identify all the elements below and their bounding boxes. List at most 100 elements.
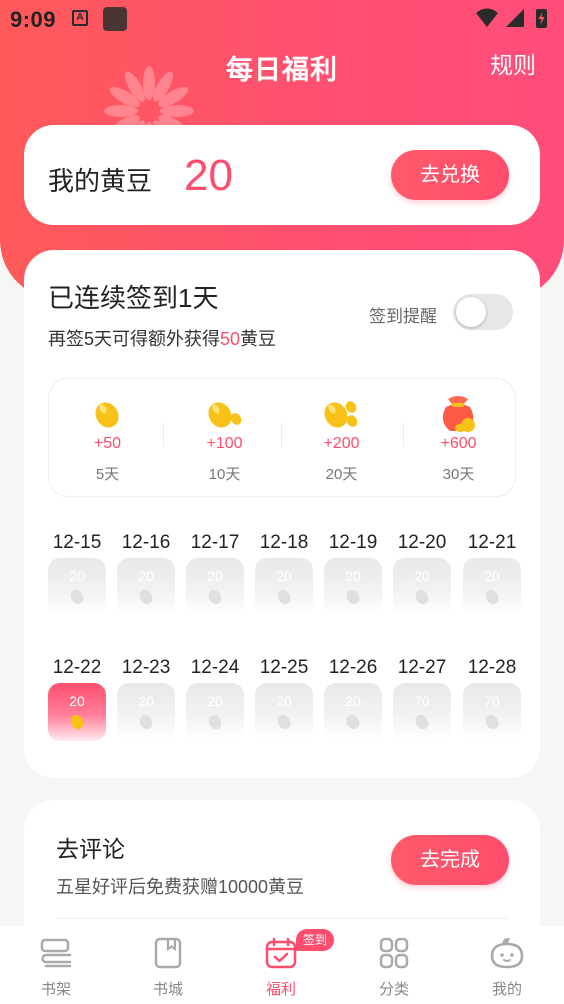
- calendar-date: 12-17: [190, 532, 240, 553]
- task-description: 五星好评后免费获赠10000黄豆: [56, 877, 305, 897]
- app-square-icon: [103, 7, 127, 31]
- bookshelf-icon: [40, 938, 72, 968]
- day-reward: 20: [69, 693, 85, 709]
- day-reward: 70: [484, 693, 500, 709]
- calendar-day-cell[interactable]: 20: [463, 558, 521, 616]
- milestone-divider: [163, 423, 164, 447]
- milestone-reward: +100: [206, 435, 243, 452]
- calendar-day-cell[interactable]: 20: [393, 558, 451, 616]
- calendar-date: 12-15: [52, 532, 102, 553]
- bean-icon: [139, 589, 153, 605]
- milestone-reward: +200: [323, 435, 360, 452]
- calendar-date: 12-18: [259, 532, 309, 553]
- system-status-icons: [476, 8, 547, 28]
- calendar-date: 12-28: [467, 657, 517, 678]
- calendar-date: 12-16: [121, 532, 171, 553]
- milestone-divider: [281, 423, 282, 447]
- calendar-date: 12-20: [397, 532, 447, 553]
- day-reward: 20: [276, 568, 292, 584]
- calendar-date: 12-26: [328, 657, 378, 678]
- calendar-day-cell[interactable]: 20: [117, 683, 175, 741]
- beans-label: 我的黄豆: [48, 166, 153, 196]
- bean-icon: [485, 714, 499, 730]
- day-reward: 20: [138, 568, 154, 584]
- subtitle-prefix: 再签5天可得额外获得: [48, 329, 221, 349]
- day-reward: 20: [207, 568, 223, 584]
- profile-face-icon: [490, 938, 524, 969]
- rules-button[interactable]: 规则: [490, 46, 536, 80]
- page-title: 每日福利: [226, 55, 338, 85]
- subtitle-suffix: 黄豆: [240, 329, 277, 349]
- day-reward: 20: [484, 568, 500, 584]
- bean-icon: [415, 589, 429, 605]
- milestone-reward: +600: [440, 435, 477, 452]
- calendar-day-cell[interactable]: 70: [463, 683, 521, 741]
- my-beans-card: 我的黄豆 20 去兑换: [24, 125, 540, 225]
- calendar-day-cell[interactable]: 20: [117, 558, 175, 616]
- single-bean-icon: [95, 402, 119, 428]
- toggle-knob: [456, 297, 486, 327]
- bean-icon: [208, 714, 222, 730]
- app-notification-icon: A: [72, 10, 88, 26]
- wifi-icon: [476, 8, 498, 27]
- tab-label: 分类: [378, 981, 409, 998]
- calendar-date: 12-24: [190, 657, 240, 678]
- tab-category[interactable]: 分类: [338, 926, 450, 1004]
- checkin-subtitle: 再签5天可得额外获得50黄豆: [48, 325, 276, 351]
- day-reward: 70: [414, 693, 430, 709]
- calendar-day-cell[interactable]: 20: [255, 683, 313, 741]
- calendar-day-cell-today[interactable]: 20: [48, 683, 106, 741]
- day-reward: 20: [138, 693, 154, 709]
- status-time: 9:09: [10, 7, 57, 32]
- complete-task-button[interactable]: 去完成: [391, 835, 509, 885]
- calendar-day-cell[interactable]: 20: [186, 683, 244, 741]
- bean-icon: [346, 714, 360, 730]
- calendar-day-cell[interactable]: 20: [324, 558, 382, 616]
- calendar-date: 12-21: [467, 532, 517, 553]
- subtitle-amount: 50: [220, 329, 241, 349]
- calendar-day-cell[interactable]: 20: [255, 558, 313, 616]
- calendar-day-cell[interactable]: 20: [324, 683, 382, 741]
- tab-label: 书架: [40, 981, 71, 998]
- calendar-check-icon: [265, 937, 297, 969]
- beans-balance: 20: [184, 151, 233, 200]
- bean-pile-icon: [324, 401, 358, 428]
- checkin-streak-title: 已连续签到1天: [48, 283, 219, 313]
- milestone-reward: +50: [93, 435, 122, 452]
- tab-bookstore[interactable]: 书城: [112, 926, 224, 1004]
- task-title: 去评论: [56, 836, 125, 862]
- calendar-day-cell[interactable]: 20: [186, 558, 244, 616]
- exchange-button[interactable]: 去兑换: [391, 150, 509, 200]
- status-bar: 9:09 A: [0, 0, 564, 38]
- divider: [56, 918, 508, 919]
- bookstore-icon: [154, 937, 182, 969]
- calendar-date: 12-25: [259, 657, 309, 678]
- day-reward: 20: [345, 568, 361, 584]
- two-beans-icon: [208, 402, 242, 428]
- tab-profile[interactable]: 我的: [451, 926, 563, 1004]
- day-reward: 20: [69, 568, 85, 584]
- reminder-label: 签到提醒: [369, 307, 437, 326]
- milestone-days: 10天: [208, 466, 241, 483]
- bean-icon: [208, 589, 222, 605]
- bean-icon: [346, 589, 360, 605]
- calendar-date: 12-22: [52, 657, 102, 678]
- bean-icon: [415, 714, 429, 730]
- signal-icon: [506, 9, 524, 27]
- day-reward: 20: [345, 693, 361, 709]
- tab-bookshelf[interactable]: 书架: [0, 926, 112, 1004]
- calendar-day-cell[interactable]: 70: [393, 683, 451, 741]
- reminder-toggle[interactable]: [453, 294, 513, 330]
- day-reward: 20: [207, 693, 223, 709]
- calendar-date: 12-27: [397, 657, 447, 678]
- bean-icon: [139, 714, 153, 730]
- milestone-rewards: +50 5天 +100 10天 +200 20天 +600 30天: [48, 378, 516, 497]
- tab-label: 我的: [491, 981, 522, 998]
- tab-label: 书城: [152, 981, 183, 998]
- checkin-badge: 签到: [296, 929, 334, 951]
- calendar-date: 12-23: [121, 657, 171, 678]
- milestone-item: +50 5天: [49, 379, 166, 498]
- milestone-days: 20天: [325, 466, 358, 483]
- calendar-day-cell[interactable]: 20: [48, 558, 106, 616]
- milestone-item: +200 20天: [283, 379, 400, 498]
